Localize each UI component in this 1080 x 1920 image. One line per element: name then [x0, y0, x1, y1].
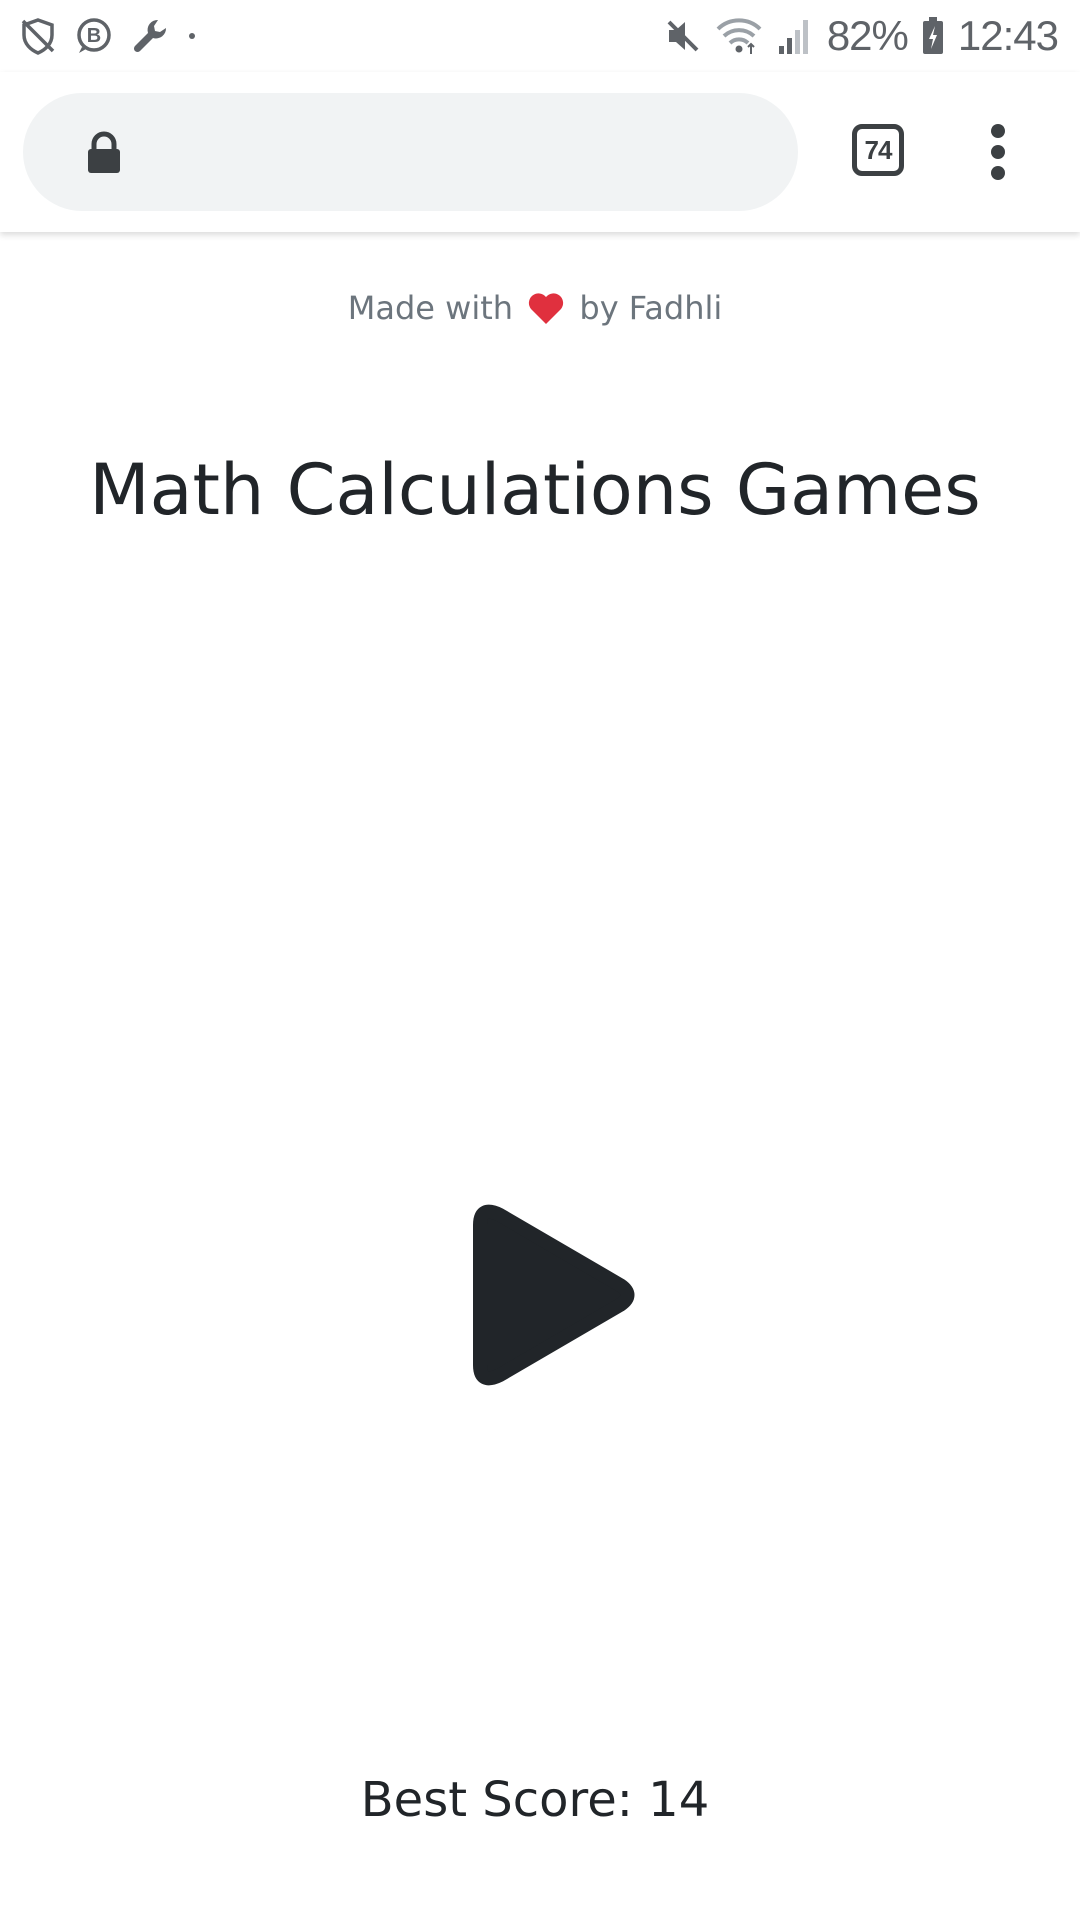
battery-icon [922, 17, 943, 54]
lock-icon[interactable] [83, 131, 125, 175]
play-icon[interactable] [470, 1200, 640, 1390]
best-score-label: Best Score: [360, 1772, 633, 1828]
more-vert-icon[interactable] [978, 124, 1018, 180]
best-score: Best Score: 14 [0, 1770, 1070, 1830]
url-text[interactable] [151, 131, 791, 173]
status-system-icons: 82% 12:43 [665, 10, 1059, 62]
mute-icon [667, 20, 699, 52]
browser-toolbar: 74 [0, 72, 1080, 232]
signal-icon [778, 20, 808, 54]
status-bar: B 82% 12:43 [0, 0, 1080, 72]
svg-text:B: B [87, 25, 101, 47]
dot-icon [189, 33, 195, 39]
credit-line: Made with by Fadhli [0, 284, 1070, 332]
tab-switcher-button[interactable]: 74 [852, 124, 904, 176]
credit-prefix: Made with [347, 289, 514, 327]
status-notification-icons: B [18, 14, 198, 58]
b-badge-icon: B [77, 18, 111, 53]
url-bar[interactable] [23, 93, 798, 211]
battery-percent: 82% [826, 12, 909, 59]
page-title: Math Calculations Games [89, 449, 981, 531]
wifi-icon [716, 18, 762, 54]
best-score-value: 14 [648, 1772, 710, 1828]
shield-off-icon [21, 18, 55, 55]
clock: 12:43 [957, 12, 1059, 59]
wrench-icon [133, 19, 167, 53]
heart-icon [529, 293, 564, 324]
credit-suffix: by Fadhli [579, 289, 723, 327]
